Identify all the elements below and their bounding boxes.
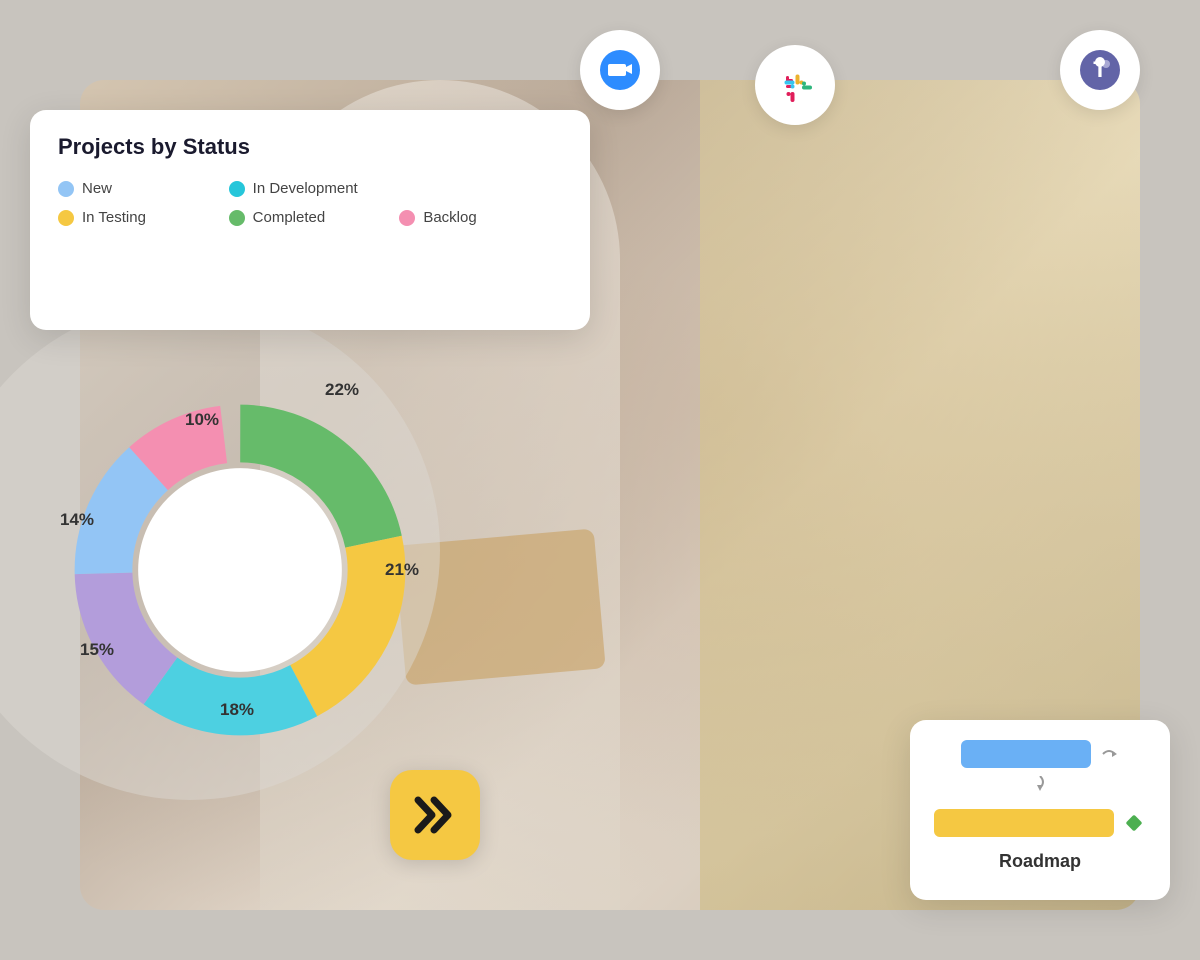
roadmap-title: Roadmap: [999, 851, 1081, 872]
legend-item-backlog: Backlog: [399, 209, 562, 226]
legend-item-new: New: [58, 180, 221, 197]
legend-dot-in-development: [229, 181, 245, 197]
roadmap-bar-row-1: [961, 740, 1119, 768]
percent-completed: 22%: [325, 380, 359, 400]
roadmap-arrow-down: [1032, 776, 1048, 801]
legend-item-completed: Completed: [229, 209, 392, 226]
legend-item-in-development: In Development: [229, 180, 392, 197]
percent-in-development: 18%: [220, 700, 254, 720]
legend-dot-backlog: [399, 210, 415, 226]
roadmap-bar-row-2: [934, 809, 1146, 837]
legend-label-new: New: [82, 180, 112, 197]
legend-label-completed: Completed: [253, 209, 326, 226]
roadmap-bars: [930, 740, 1150, 837]
card-title: Projects by Status: [58, 134, 562, 160]
legend-label-backlog: Backlog: [423, 209, 476, 226]
legend-item-in-testing: In Testing: [58, 209, 221, 226]
roadmap-arrow-1: [1099, 744, 1119, 764]
roadmap-bar-yellow: [934, 809, 1114, 837]
legend-label-in-testing: In Testing: [82, 209, 146, 226]
roadmap-card: Roadmap: [910, 720, 1170, 900]
percent-backlog: 10%: [185, 410, 219, 430]
teams-integration-icon[interactable]: T: [1060, 30, 1140, 110]
legend-label-in-development: In Development: [253, 180, 358, 197]
scene: Projects by Status New In Development In…: [0, 0, 1200, 960]
slack-integration-icon[interactable]: [755, 45, 835, 125]
zoom-integration-icon[interactable]: [580, 30, 660, 110]
percent-unknown: 15%: [80, 640, 114, 660]
projects-card: Projects by Status New In Development In…: [30, 110, 590, 330]
percent-new: 14%: [60, 510, 94, 530]
legend-grid: New In Development In Testing Completed …: [58, 180, 562, 226]
make-integration-icon[interactable]: [390, 770, 480, 860]
slack-icon: [773, 63, 817, 107]
roadmap-diamond-svg: [1122, 811, 1146, 835]
make-icon: [408, 788, 462, 842]
legend-dot-new: [58, 181, 74, 197]
teams-icon: T: [1078, 48, 1122, 92]
donut-hole: [138, 468, 342, 672]
zoom-icon: [598, 48, 642, 92]
percent-in-testing: 21%: [385, 560, 419, 580]
down-arrow-svg: [1032, 776, 1048, 796]
legend-dot-in-testing: [58, 210, 74, 226]
roadmap-bar-blue: [961, 740, 1091, 768]
legend-dot-completed: [229, 210, 245, 226]
